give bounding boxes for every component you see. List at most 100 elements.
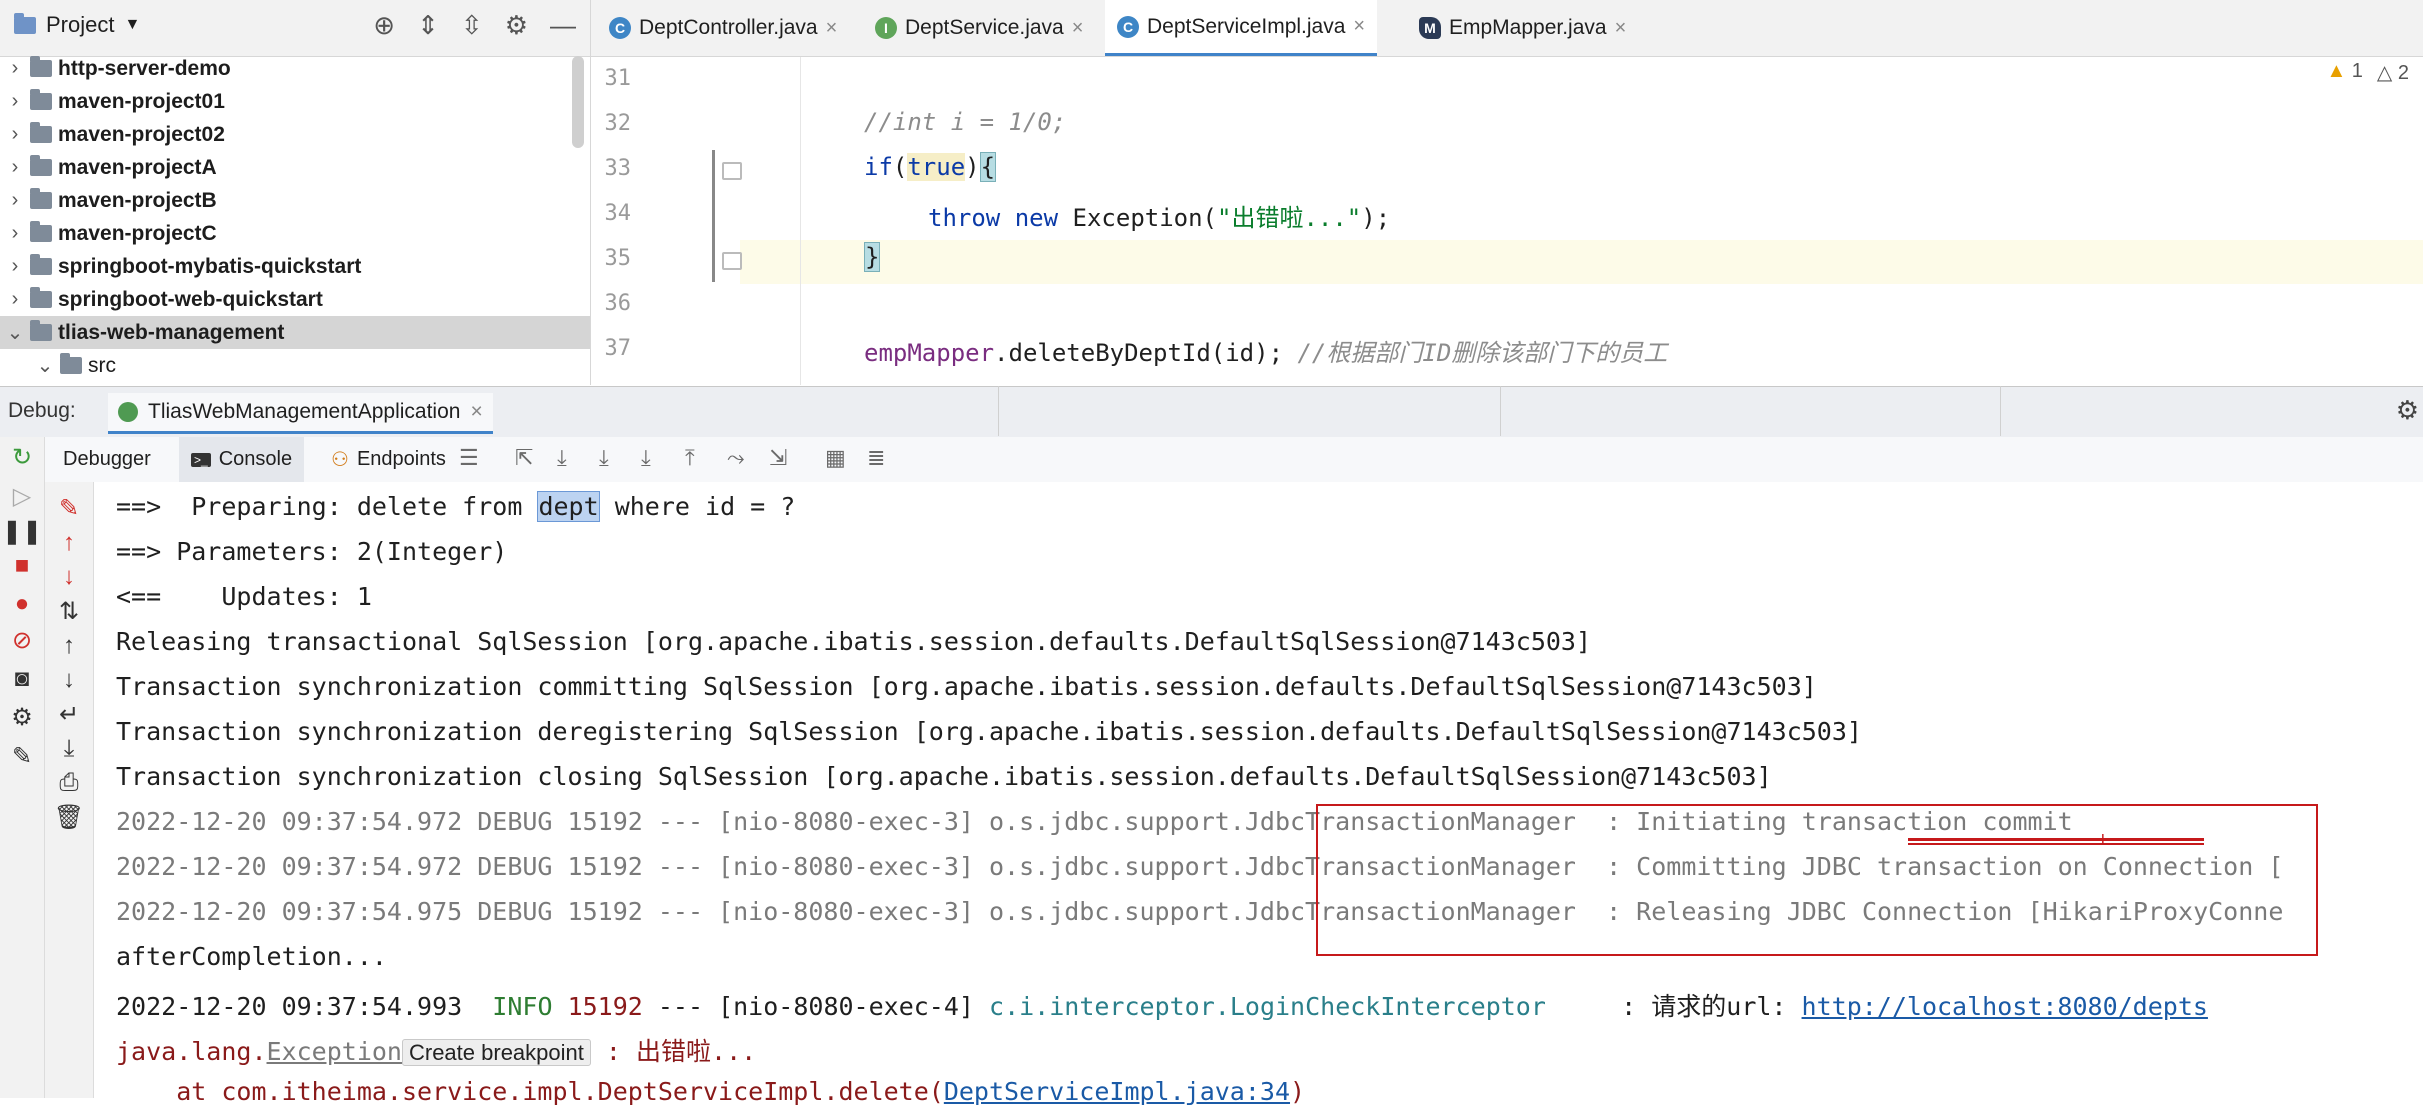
- hide-icon[interactable]: —: [550, 10, 576, 41]
- fold-icon[interactable]: [722, 252, 742, 270]
- tab-label: EmpMapper.java: [1449, 16, 1607, 39]
- project-view-selector[interactable]: Project ▼: [14, 12, 140, 38]
- arrow-down-icon[interactable]: ↓: [45, 666, 93, 694]
- module-folder-icon: [30, 89, 52, 110]
- tree-item-maven-projectC[interactable]: › maven-projectC: [0, 217, 590, 250]
- tab-emp-mapper[interactable]: M EmpMapper.java ×: [1407, 0, 1638, 56]
- step-out-icon[interactable]: ⤒: [685, 445, 695, 471]
- tab-endpoints[interactable]: ⚇ Endpoints: [319, 437, 458, 482]
- tree-item-label: maven-projectA: [58, 155, 217, 179]
- chevron-right-icon[interactable]: ›: [0, 90, 30, 113]
- view-breakpoints-icon[interactable]: ●: [0, 590, 44, 618]
- force-step-into-icon[interactable]: ⤓: [641, 445, 651, 471]
- print-icon[interactable]: ⎙: [45, 769, 93, 797]
- source-link[interactable]: DeptServiceImpl.java:34: [944, 1077, 1290, 1106]
- code-line-33[interactable]: if(true){: [864, 152, 997, 182]
- tree-item-springboot-web-quickstart[interactable]: › springboot-web-quickstart: [0, 283, 590, 316]
- drop-frame-icon[interactable]: ⤳: [727, 445, 745, 471]
- expand-all-icon[interactable]: ⇕: [417, 10, 439, 41]
- arrow-up-icon[interactable]: ↑: [45, 529, 93, 557]
- step-over-icon[interactable]: ⤓: [557, 445, 567, 471]
- tree-item-src[interactable]: ⌄ src: [0, 349, 590, 382]
- run-to-cursor-icon[interactable]: ⇲: [769, 445, 787, 471]
- tab-console[interactable]: >_ Console: [179, 437, 305, 482]
- url-link[interactable]: http://localhost:8080/depts: [1802, 992, 2208, 1021]
- chevron-right-icon[interactable]: ›: [0, 156, 30, 179]
- sort-icon[interactable]: ⇅: [45, 597, 93, 626]
- tab-dept-service[interactable]: I DeptService.java ×: [863, 0, 1095, 56]
- close-icon[interactable]: ×: [826, 17, 838, 40]
- arrow-up-icon[interactable]: ↑: [45, 632, 93, 660]
- close-icon[interactable]: ×: [1615, 17, 1627, 40]
- chevron-down-icon[interactable]: ⌄: [30, 353, 60, 378]
- scroll-to-end-icon[interactable]: ⤓: [45, 735, 93, 763]
- tab-dept-service-impl[interactable]: C DeptServiceImpl.java ×: [1105, 0, 1378, 56]
- project-scrollbar[interactable]: [572, 56, 584, 148]
- tab-dept-controller[interactable]: C DeptController.java ×: [597, 0, 849, 56]
- gear-icon[interactable]: ⚙: [505, 10, 528, 41]
- trash-icon[interactable]: 🗑: [45, 803, 93, 832]
- inspection-widget[interactable]: ▲ 1 △ 2: [2326, 60, 2409, 85]
- tree-item-maven-projectB[interactable]: › maven-projectB: [0, 184, 590, 217]
- chevron-right-icon[interactable]: ›: [0, 123, 30, 146]
- debug-session-tab[interactable]: TliasWebManagementApplication ×: [108, 393, 493, 434]
- create-breakpoint-button[interactable]: Create breakpoint: [401, 1039, 591, 1066]
- pause-icon[interactable]: ❚❚: [0, 517, 44, 546]
- chevron-down-icon[interactable]: ⌄: [0, 320, 30, 345]
- exception-link[interactable]: Exception: [267, 1037, 402, 1066]
- rerun-icon[interactable]: ↻: [0, 443, 44, 472]
- stop-icon[interactable]: ■: [0, 552, 44, 580]
- project-header: Project ▼ ⊕ ⇕ ⇳ ⚙ —: [0, 0, 590, 57]
- clear-icon[interactable]: ✎: [45, 494, 93, 523]
- chevron-down-icon[interactable]: ▼: [124, 16, 140, 34]
- line-number: 32: [604, 111, 632, 136]
- arrow-down-icon[interactable]: ↓: [45, 563, 93, 591]
- module-folder-icon: [30, 221, 52, 242]
- tree-item-maven-projectA[interactable]: › maven-projectA: [0, 151, 590, 184]
- code-line-32[interactable]: //int i = 1/0;: [864, 108, 1066, 136]
- tree-item-springboot-mybatis-quickstart[interactable]: › springboot-mybatis-quickstart: [0, 250, 590, 283]
- error-count[interactable]: ▲ 1: [2326, 60, 2362, 85]
- collapse-all-icon[interactable]: ⇳: [461, 10, 483, 41]
- chevron-right-icon[interactable]: ›: [0, 255, 30, 278]
- tab-debugger[interactable]: Debugger: [51, 437, 163, 482]
- tab-label: Endpoints: [356, 448, 446, 470]
- annotation-underline: [1908, 838, 2204, 841]
- locate-icon[interactable]: ⊕: [373, 10, 395, 41]
- chevron-right-icon[interactable]: ›: [0, 288, 30, 311]
- step-into-icon[interactable]: ⤓: [599, 445, 609, 471]
- show-execution-point-icon[interactable]: ⇱: [515, 445, 533, 471]
- code-line-35[interactable]: }: [864, 242, 881, 272]
- close-icon[interactable]: ×: [470, 400, 482, 424]
- code-line-34[interactable]: throw new Exception("出错啦...");: [928, 198, 1390, 233]
- trace-icon[interactable]: ≣: [867, 445, 885, 471]
- warning-count[interactable]: △ 2: [2377, 60, 2409, 85]
- tree-item-http-server-demo[interactable]: › http-server-demo: [0, 52, 590, 85]
- close-icon[interactable]: ×: [1072, 17, 1084, 40]
- tab-label: DeptService.java: [905, 16, 1064, 39]
- console-icon: >_: [191, 452, 211, 467]
- resume-icon[interactable]: ▷: [0, 482, 44, 511]
- tree-item-label: maven-project01: [58, 89, 225, 113]
- menu-icon[interactable]: ☰: [459, 445, 479, 471]
- code-line-37[interactable]: empMapper.deleteByDeptId(id); //根据部门ID删除…: [864, 333, 1667, 368]
- tree-item-maven-project01[interactable]: › maven-project01: [0, 85, 590, 118]
- camera-icon[interactable]: ◙: [0, 665, 44, 693]
- indent-guide: [800, 57, 801, 385]
- chevron-right-icon[interactable]: ›: [0, 222, 30, 245]
- tree-item-tlias-web-management[interactable]: ⌄ tlias-web-management: [0, 316, 590, 349]
- evaluate-expression-icon[interactable]: ▦: [825, 445, 846, 471]
- tree-item-label: src: [88, 353, 116, 377]
- chevron-right-icon[interactable]: ›: [0, 57, 30, 80]
- annotation-box: [1316, 804, 2318, 956]
- chevron-right-icon[interactable]: ›: [0, 189, 30, 212]
- mute-breakpoints-icon[interactable]: ⊘: [0, 626, 44, 655]
- close-icon[interactable]: ×: [1353, 15, 1365, 38]
- gear-icon[interactable]: ⚙: [2396, 395, 2419, 426]
- pin-icon[interactable]: ✎: [0, 742, 44, 771]
- console-line: <== Updates: 1: [116, 582, 372, 611]
- tree-item-maven-project02[interactable]: › maven-project02: [0, 118, 590, 151]
- soft-wrap-icon[interactable]: ↵: [45, 700, 93, 729]
- gear-icon[interactable]: ⚙: [0, 703, 44, 732]
- fold-icon[interactable]: [722, 162, 742, 180]
